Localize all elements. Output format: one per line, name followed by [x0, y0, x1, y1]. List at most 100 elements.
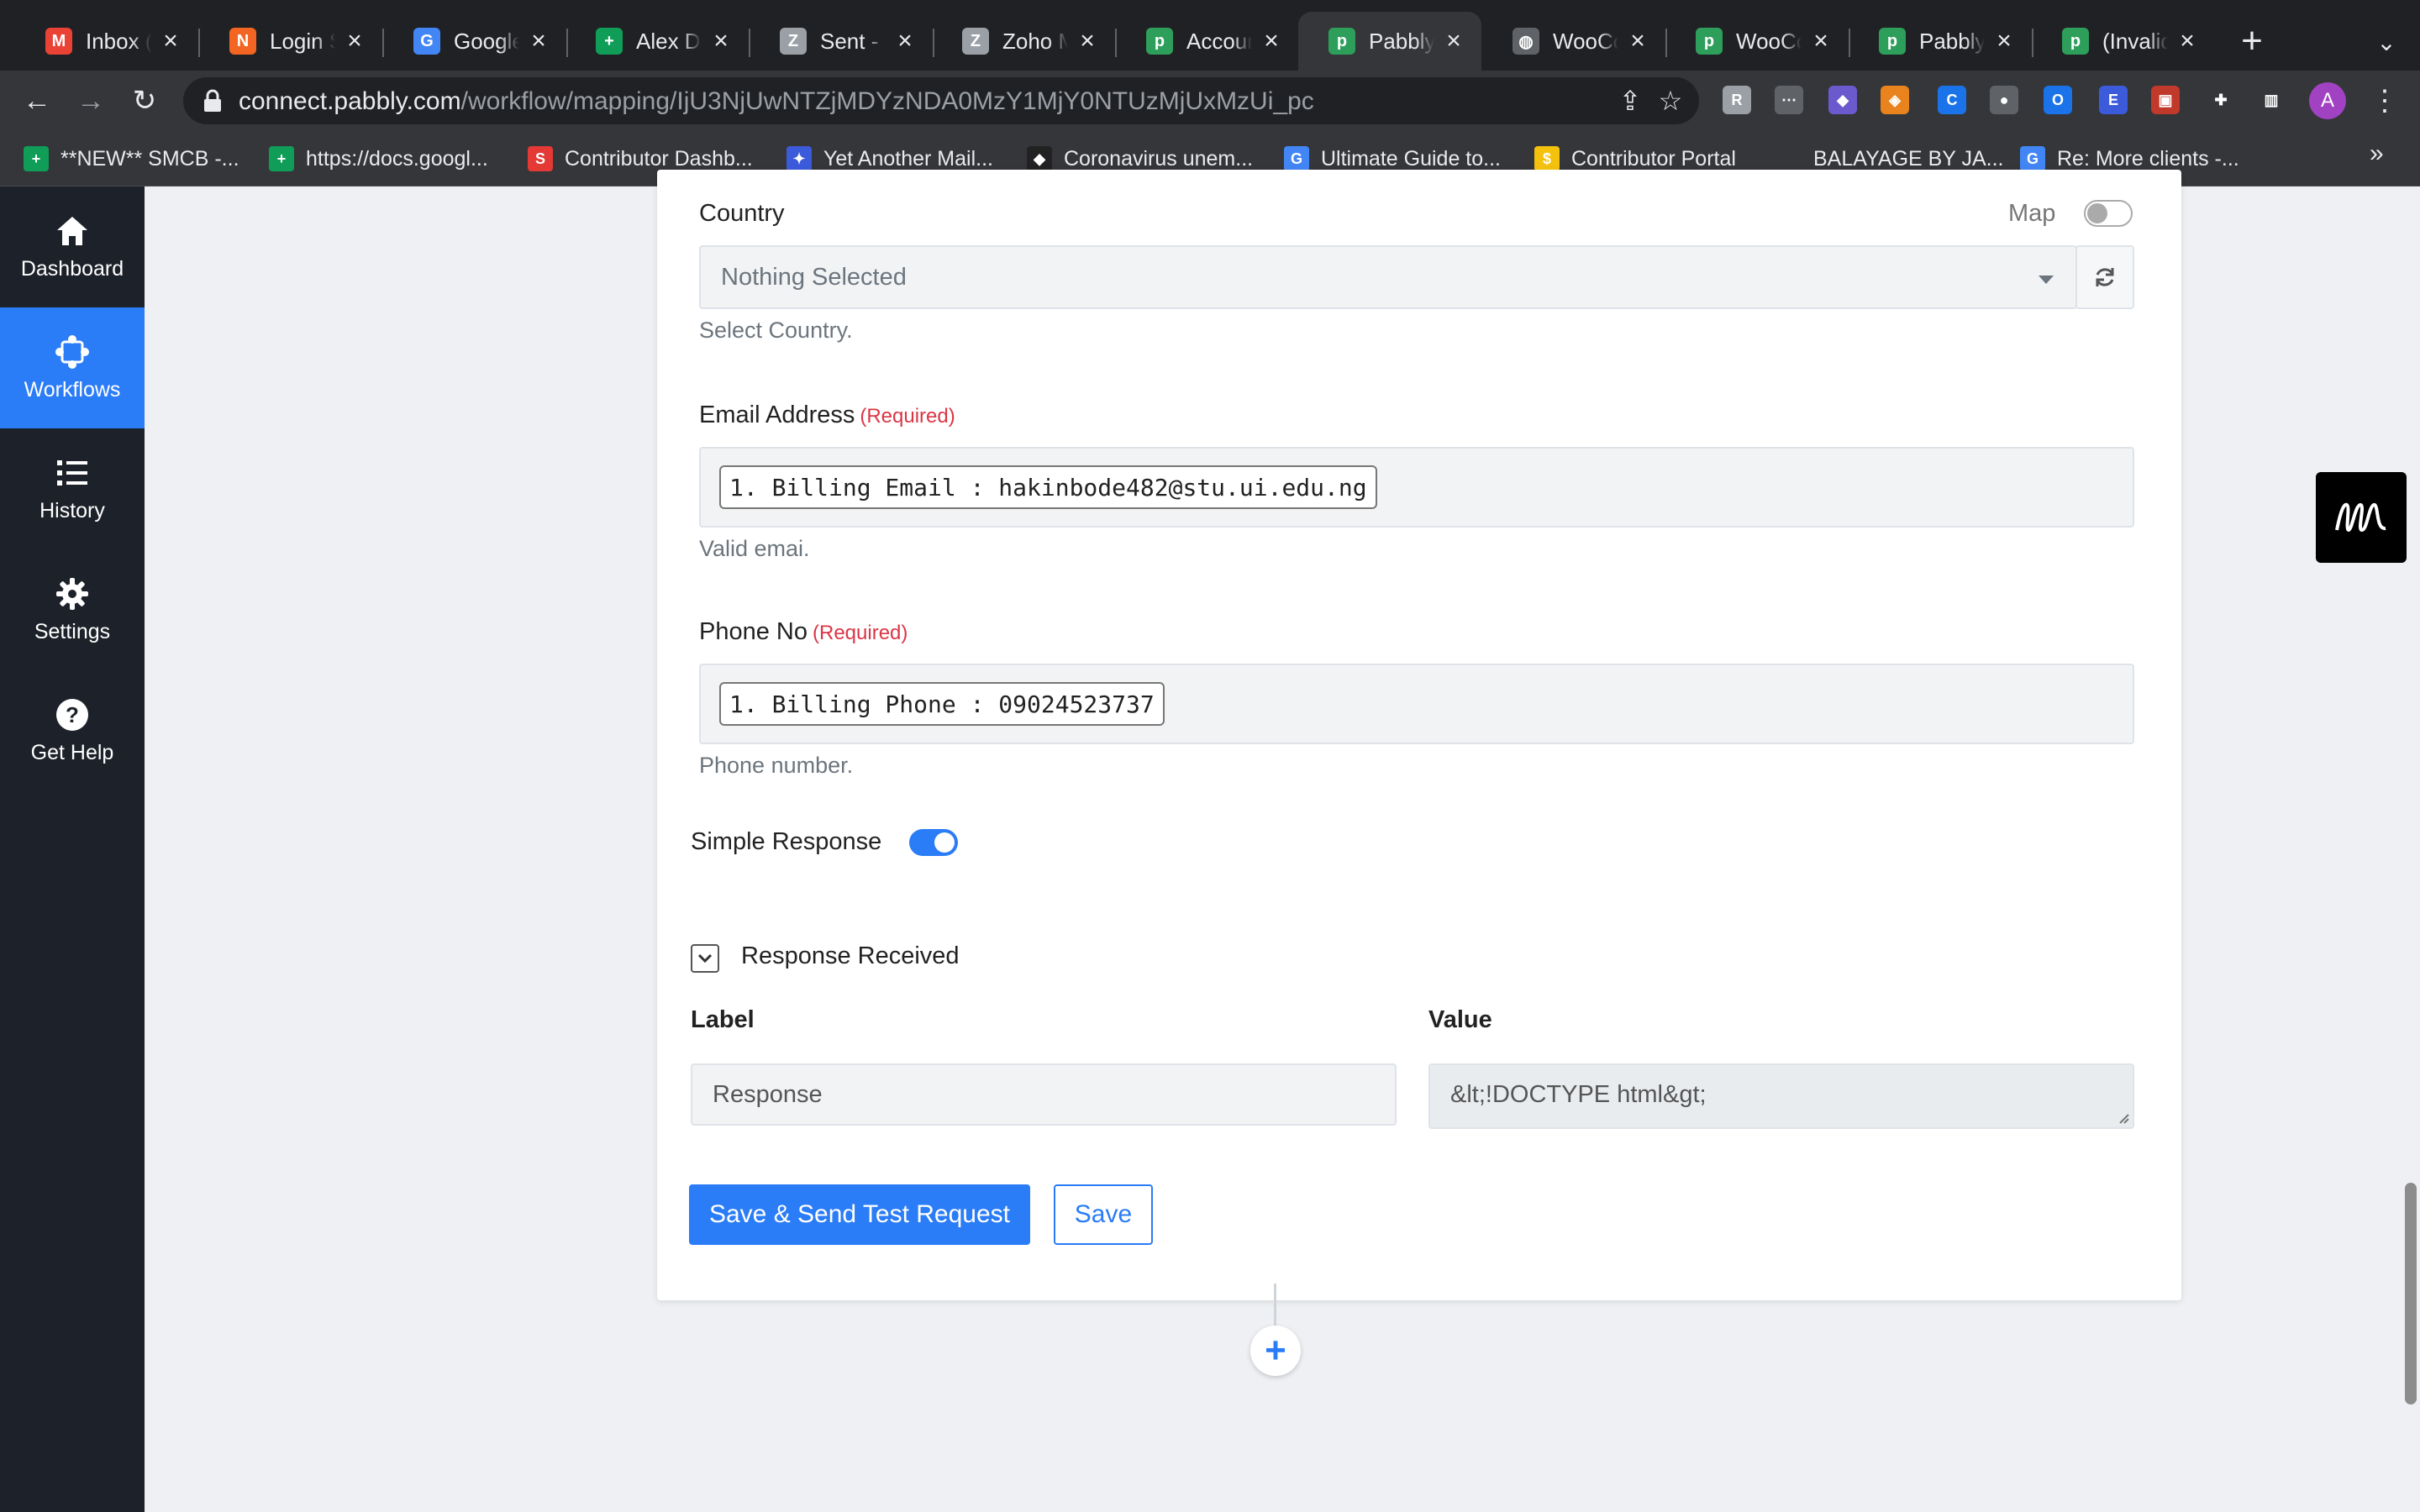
extension-icon-1[interactable]: R	[1723, 86, 1751, 114]
page-scrollbar[interactable]	[2405, 1183, 2417, 1404]
save-send-test-button[interactable]: Save & Send Test Request	[689, 1184, 1030, 1245]
close-icon[interactable]: ×	[526, 27, 551, 55]
phone-field[interactable]: 1. Billing Phone : 09024523737	[699, 664, 2134, 744]
new-tab-icon[interactable]: +	[2235, 20, 2269, 62]
browser-tab[interactable]: Z Zoho M ×	[932, 12, 1115, 71]
browser-tab[interactable]: M Inbox (8 ×	[15, 12, 198, 71]
resize-handle-icon[interactable]	[2116, 1110, 2129, 1124]
forward-icon[interactable]: →	[72, 82, 109, 119]
address-bar[interactable]: connect.pabbly.com/workflow/mapping/IjU3…	[183, 77, 1699, 124]
save-button[interactable]: Save	[1054, 1184, 1153, 1245]
label-column-header: Label	[691, 1006, 755, 1033]
extension-icon-7[interactable]: O	[2044, 86, 2072, 114]
bookmark-label: Re: More clients -...	[2057, 146, 2239, 171]
close-icon[interactable]: ×	[2175, 27, 2200, 55]
response-label-input[interactable]: Response	[691, 1063, 1397, 1126]
bookmark-item[interactable]: + **NEW** SMCB -...	[24, 143, 239, 175]
tab-title: Pabbly C	[1919, 28, 1985, 54]
sidebar-item-label: Dashboard	[20, 256, 124, 281]
browser-tab[interactable]: G Google ×	[383, 12, 566, 71]
close-icon[interactable]: ×	[892, 27, 918, 55]
tab-title: Alex Do	[636, 28, 702, 54]
sidebar-item-label: History	[39, 498, 105, 522]
email-label: Email Address (Required)	[699, 402, 955, 429]
browser-tab[interactable]: Z Sent - Z×	[750, 12, 933, 71]
metamask-icon[interactable]: ◈	[1881, 86, 1909, 114]
map-toggle[interactable]	[2084, 200, 2133, 227]
zoho-mail-icon: Z	[780, 28, 807, 55]
browser-tab[interactable]: + Alex Do×	[566, 12, 749, 71]
browser-tab[interactable]: pPabbly C×	[1849, 12, 2032, 71]
extension-icon-5[interactable]: C	[1938, 86, 1966, 114]
side-panel-icon[interactable]: ▥	[2257, 86, 2286, 114]
gear-icon	[56, 577, 88, 610]
close-icon[interactable]: ×	[1075, 27, 1100, 55]
refresh-button[interactable]	[2075, 245, 2134, 309]
bookmark-favicon-icon: $	[1534, 146, 1560, 171]
extension-icon-2[interactable]: ⋯	[1775, 86, 1803, 114]
bookmark-favicon-icon: ◆	[1027, 146, 1052, 171]
response-value-textarea[interactable]: &lt;!DOCTYPE html&gt;	[1428, 1063, 2134, 1129]
bookmark-label: BALAYAGE BY JA...	[1813, 146, 2004, 171]
tab-title: Google	[454, 28, 519, 54]
back-icon[interactable]: ←	[18, 82, 55, 119]
chrome-menu-icon[interactable]: ⋮	[2370, 82, 2400, 119]
email-field[interactable]: 1. Billing Email : hakinbode482@stu.ui.e…	[699, 447, 2134, 528]
browser-tab[interactable]: pPabbly C×	[1298, 12, 1481, 71]
tab-search-icon[interactable]: ⌄	[2370, 25, 2403, 59]
share-icon[interactable]: ⇪	[1615, 86, 1645, 116]
bookmark-label: Contributor Dashb...	[565, 146, 753, 171]
mapped-field-chip[interactable]: 1. Billing Email : hakinbode482@stu.ui.e…	[719, 465, 1377, 509]
close-icon[interactable]: ×	[1259, 27, 1284, 55]
workflows-icon	[55, 334, 89, 369]
mapped-field-chip[interactable]: 1. Billing Phone : 09024523737	[719, 682, 1165, 726]
puzzle-extensions-icon[interactable]: ✚	[2207, 86, 2235, 114]
simple-response-label: Simple Response	[691, 828, 882, 855]
collapse-toggle[interactable]	[691, 944, 719, 973]
globe-icon: ◍	[1512, 28, 1539, 55]
close-icon[interactable]: ×	[708, 27, 734, 55]
tab-title: Login Si	[270, 28, 335, 54]
close-icon[interactable]: ×	[1808, 27, 1833, 55]
close-icon[interactable]: ×	[1441, 27, 1466, 55]
phone-hint: Phone number.	[699, 753, 854, 778]
bookmark-star-icon[interactable]: ☆	[1655, 86, 1686, 116]
bookmarks-overflow-icon[interactable]: »	[2370, 139, 2384, 168]
simple-response-toggle[interactable]	[909, 829, 958, 856]
tab-title: Zoho M	[1002, 28, 1068, 54]
browser-tab[interactable]: p Accoun ×	[1116, 12, 1299, 71]
close-icon[interactable]: ×	[342, 27, 367, 55]
browser-tab[interactable]: p (Invalid ×	[2032, 12, 2215, 71]
tab-title: WooCor	[1553, 28, 1618, 54]
sidebar-item-label: Settings	[34, 619, 111, 643]
floating-widget-button[interactable]	[2316, 472, 2407, 563]
browser-tab[interactable]: N Login Si ×	[199, 12, 382, 71]
extension-icon-6[interactable]: ●	[1990, 86, 2018, 114]
country-label: Country	[699, 200, 785, 227]
extension-icon-8[interactable]: E	[2099, 86, 2128, 114]
sidebar-item-get-help[interactable]: ? Get Help	[0, 670, 145, 791]
extension-icon-9[interactable]: ▣	[2151, 86, 2180, 114]
profile-avatar[interactable]: A	[2309, 82, 2346, 119]
email-hint: Valid emai.	[699, 536, 810, 561]
bookmark-item[interactable]: + https://docs.googl...	[269, 143, 488, 175]
extension-icon-3[interactable]: ◆	[1828, 86, 1857, 114]
browser-tab[interactable]: p WooCor×	[1665, 12, 1849, 71]
country-hint: Select Country.	[699, 318, 853, 343]
sidebar-item-workflows[interactable]: Workflows	[0, 307, 145, 428]
tab-title: Accoun	[1186, 28, 1252, 54]
sidebar-item-settings[interactable]: Settings	[0, 549, 145, 670]
sidebar-item-dashboard[interactable]: Dashboard	[0, 186, 145, 307]
browser-tab[interactable]: ◍ WooCor ×	[1482, 12, 1665, 71]
close-icon[interactable]: ×	[158, 27, 183, 55]
reload-icon[interactable]: ↻	[126, 82, 163, 119]
close-icon[interactable]: ×	[1625, 27, 1650, 55]
sidebar-item-history[interactable]: History	[0, 428, 145, 549]
country-select[interactable]: Nothing Selected	[699, 245, 2077, 309]
sidebar-item-label: Get Help	[30, 740, 114, 764]
lock-icon	[204, 89, 221, 112]
close-icon[interactable]: ×	[1991, 27, 2017, 55]
add-step-button[interactable]: +	[1250, 1326, 1301, 1376]
phone-label: Phone No (Required)	[699, 618, 908, 646]
url-text: connect.pabbly.com/workflow/mapping/IjU3…	[239, 87, 1314, 115]
